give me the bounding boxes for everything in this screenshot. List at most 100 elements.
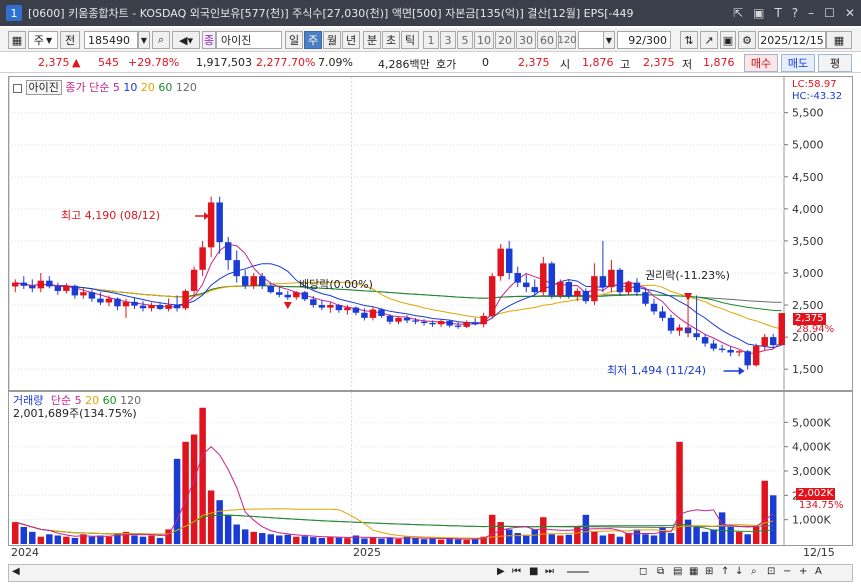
volume-bar (565, 534, 573, 544)
layout-icon[interactable]: ▦ (8, 31, 26, 49)
volume-bar (505, 529, 513, 544)
volume-bar (344, 538, 351, 544)
candle-count-input[interactable]: 92/300 (617, 31, 671, 49)
interval-5-button[interactable]: 5 (457, 31, 473, 49)
maximize-icon[interactable]: ☐ (824, 6, 835, 20)
period-week-button[interactable]: 주 (304, 31, 322, 49)
period-day-button[interactable]: 일 (285, 31, 303, 49)
window-icon[interactable]: ⧉ (657, 566, 664, 577)
period-year-button[interactable]: 년 (342, 31, 360, 49)
scroll-right-icon[interactable]: ▶ (497, 566, 505, 577)
indicator-icon[interactable]: ⇅ (680, 31, 698, 49)
sell-button[interactable]: 매도 (781, 54, 815, 72)
period-select[interactable]: 주 ▼ (28, 31, 58, 49)
last-volume-tag: 2,002K (796, 488, 836, 500)
average-button[interactable]: 평 (818, 54, 852, 72)
volume-bar (37, 536, 45, 544)
chart-scrollbar[interactable]: ◀ ▶ ⏮ ■ ⏭ ⎯⎯⎯⎯ ◻ ⧉ ▤ ▦ ⊞ ↑ ↓ ⌕ ⊡ − + A (8, 564, 853, 582)
interval-dropdown-icon[interactable]: ▼ (603, 31, 615, 49)
price-candle-body (284, 294, 292, 298)
plus-icon[interactable]: + (799, 566, 807, 577)
price-candle-body (335, 305, 343, 311)
volume-bar (88, 536, 96, 544)
period-minute-button[interactable]: 분 (363, 31, 381, 49)
volume-chart-panel[interactable]: 5,000K4,000K3,000K2,000K1,000K 거래량 단순 5 … (8, 391, 853, 546)
font-icon[interactable]: T (774, 6, 781, 20)
scroll-left-icon[interactable]: ◀ (12, 566, 20, 577)
interval-30-button[interactable]: 30 (516, 31, 536, 49)
save-icon[interactable]: ▣ (720, 31, 736, 49)
stop-icon[interactable]: ■ (529, 566, 538, 577)
chart-type-icon[interactable]: ↗ (700, 31, 718, 49)
volume-tick-label: 5,000K (792, 416, 831, 429)
period-month-button[interactable]: 월 (323, 31, 341, 49)
price-candle-body (105, 298, 113, 303)
interval-1-button[interactable]: 1 (423, 31, 439, 49)
price-candle-body (80, 292, 87, 296)
fit-icon[interactable]: A (815, 566, 822, 577)
stock-code-input[interactable]: 185490 (84, 31, 138, 49)
restore-icon[interactable]: ▣ (753, 6, 764, 20)
interval-10-button[interactable]: 10 (474, 31, 494, 49)
speaker-icon[interactable]: ◀▾ (172, 31, 200, 49)
zoom-icon[interactable]: ⌕ (751, 566, 757, 577)
stock-type-badge: 종 (202, 31, 216, 49)
price-candle-body (650, 303, 658, 312)
price-tick-label: 5,000 (792, 139, 824, 152)
interval-60-button[interactable]: 60 (537, 31, 557, 49)
price-candle-body (752, 346, 760, 366)
volume-bar (54, 535, 62, 544)
rewind-icon[interactable]: ⏮ (512, 566, 521, 577)
price-candle-body (37, 280, 45, 289)
help-icon[interactable]: ? (792, 6, 798, 20)
volume-bar (369, 537, 377, 544)
price-legend-stock: 아이진 (25, 80, 62, 95)
price-candle-body (429, 323, 436, 325)
volume-bar (276, 535, 283, 544)
price-candle-body (471, 322, 479, 325)
lock-icon[interactable]: ⊡ (767, 566, 775, 577)
interval-120-button[interactable]: 120 (557, 31, 577, 49)
date-input[interactable]: 2025/12/15 (758, 31, 826, 49)
price-candle-body (12, 282, 19, 287)
settings-icon[interactable]: ⚙ (738, 31, 756, 49)
low-marker-arrowhead (738, 367, 745, 375)
code-dropdown-icon[interactable]: ▼ (138, 31, 150, 49)
link-icon[interactable]: ⇱ (733, 6, 743, 20)
interval-20-button[interactable]: 20 (495, 31, 515, 49)
price-chart-panel[interactable]: 5,500 5,000 4,500 4,000 3,500 3,000 2,500 2,000… (8, 76, 853, 391)
zoom-slider[interactable]: ⎯⎯⎯⎯ (567, 565, 589, 579)
grid-icon[interactable]: ▦ (689, 566, 698, 577)
stock-name-field[interactable]: 아이진 (216, 31, 282, 49)
close-icon[interactable]: ✕ (845, 6, 855, 20)
price-tick-label: 3,000 (792, 267, 824, 280)
period-second-button[interactable]: 초 (382, 31, 400, 49)
arrow-down-icon[interactable]: ↓ (735, 566, 743, 577)
calendar-icon[interactable]: ▦ (826, 31, 852, 49)
arrow-up-icon[interactable]: ↑ (721, 566, 729, 577)
period-tick-button[interactable]: 틱 (401, 31, 419, 49)
price-candle-body (310, 299, 317, 306)
forward-icon[interactable]: ⏭ (545, 566, 554, 577)
buy-button[interactable]: 매수 (744, 54, 778, 72)
interval-3-button[interactable]: 3 (440, 31, 456, 49)
volume-bar (710, 529, 717, 544)
price-candle-body (301, 292, 309, 300)
hoga-label: 호가 (436, 58, 457, 71)
minimize-icon[interactable]: – (808, 6, 814, 20)
turnover-ratio: 7.09% (318, 56, 353, 69)
prev-button[interactable]: 전 (60, 31, 80, 49)
price-candle-body (446, 321, 453, 326)
volume-bar (327, 536, 334, 544)
chart-mode-icon[interactable]: ⊞ (705, 566, 713, 577)
lc-label: LC:58.97 (792, 79, 837, 90)
price-candle-body (557, 281, 564, 296)
volume-bar (20, 526, 28, 544)
price-candle-body (395, 317, 402, 322)
price-candle-body (548, 263, 556, 296)
panel-toggle-icon[interactable] (13, 83, 22, 93)
minus-icon[interactable]: − (783, 566, 791, 577)
table-icon[interactable]: ▤ (673, 566, 682, 577)
search-icon[interactable]: ⌕ (152, 31, 170, 49)
reset-icon[interactable]: ◻ (639, 566, 647, 577)
